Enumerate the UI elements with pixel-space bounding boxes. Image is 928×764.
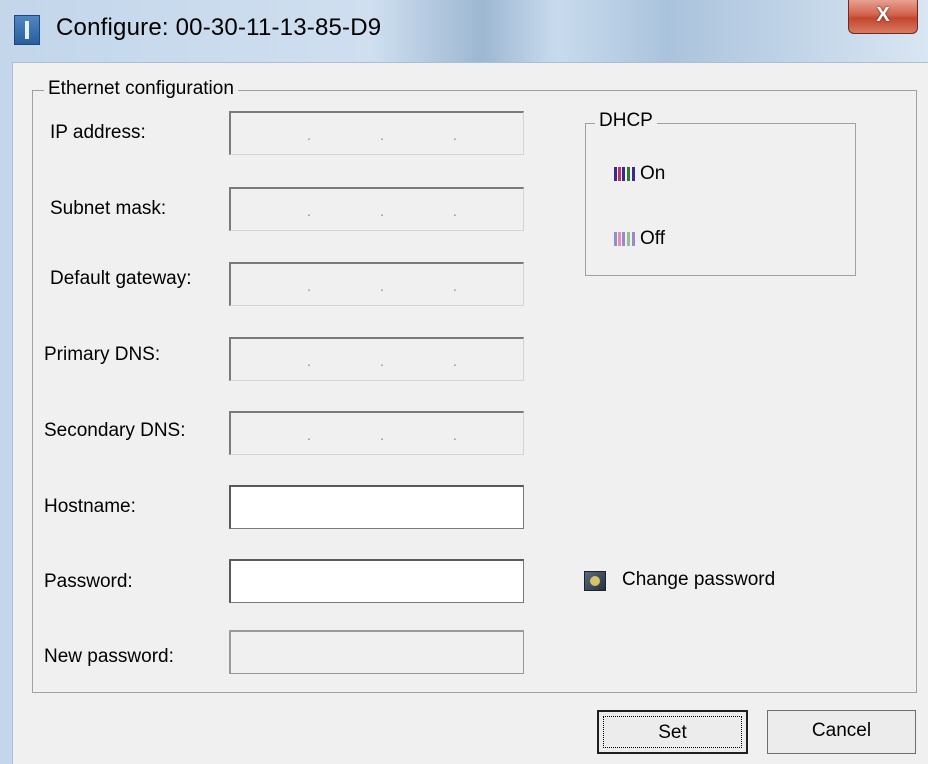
ip-address-field[interactable]: . . .: [229, 111, 524, 155]
ip-separator: .: [453, 427, 457, 443]
dhcp-on-option[interactable]: On: [640, 163, 665, 185]
ip-separator: .: [453, 203, 457, 219]
window-frame-left: [0, 62, 13, 764]
network-on-icon[interactable]: [614, 167, 636, 181]
ip-separator: .: [380, 127, 384, 143]
close-button[interactable]: X: [848, 0, 918, 34]
ip-separator: .: [307, 278, 311, 294]
secondary-dns-label: Secondary DNS:: [44, 420, 186, 441]
primary-dns-field[interactable]: . . .: [229, 337, 524, 381]
default-gateway-label: Default gateway:: [50, 268, 192, 289]
password-input[interactable]: [229, 559, 524, 603]
password-label: Password:: [44, 571, 133, 592]
title-bar: Configure: 00-30-11-13-85-D9 X: [0, 0, 928, 63]
close-icon: X: [876, 4, 890, 26]
hostname-label: Hostname:: [44, 496, 136, 517]
ip-separator: .: [307, 203, 311, 219]
ip-separator: .: [380, 353, 384, 369]
ip-separator: .: [380, 203, 384, 219]
ip-separator: .: [453, 127, 457, 143]
set-button[interactable]: Set: [597, 710, 748, 754]
cancel-button[interactable]: Cancel: [767, 710, 916, 754]
new-password-label: New password:: [44, 646, 174, 667]
ip-separator: .: [380, 427, 384, 443]
ip-separator: .: [307, 353, 311, 369]
ip-separator: .: [307, 427, 311, 443]
subnet-mask-label: Subnet mask:: [50, 198, 167, 219]
ip-separator: .: [380, 278, 384, 294]
key-icon[interactable]: [584, 571, 606, 591]
change-password-link[interactable]: Change password: [622, 569, 775, 591]
default-gateway-field[interactable]: . . .: [229, 262, 524, 306]
subnet-mask-field[interactable]: . . .: [229, 187, 524, 231]
network-off-icon[interactable]: [614, 232, 636, 246]
ip-separator: .: [453, 278, 457, 294]
new-password-input[interactable]: [229, 630, 524, 674]
primary-dns-label: Primary DNS:: [44, 344, 161, 365]
dhcp-group-title: DHCP: [595, 110, 657, 132]
ip-separator: .: [307, 127, 311, 143]
dhcp-group: [585, 123, 856, 276]
dhcp-off-option[interactable]: Off: [640, 228, 665, 250]
ethernet-group-title: Ethernet configuration: [44, 78, 238, 100]
app-icon: [14, 15, 40, 45]
set-button-label: Set: [603, 716, 742, 748]
hostname-input[interactable]: [229, 485, 524, 529]
ip-separator: .: [453, 353, 457, 369]
ip-address-label: IP address:: [50, 122, 146, 143]
window-title: Configure: 00-30-11-13-85-D9: [56, 14, 382, 41]
secondary-dns-field[interactable]: . . .: [229, 411, 524, 455]
